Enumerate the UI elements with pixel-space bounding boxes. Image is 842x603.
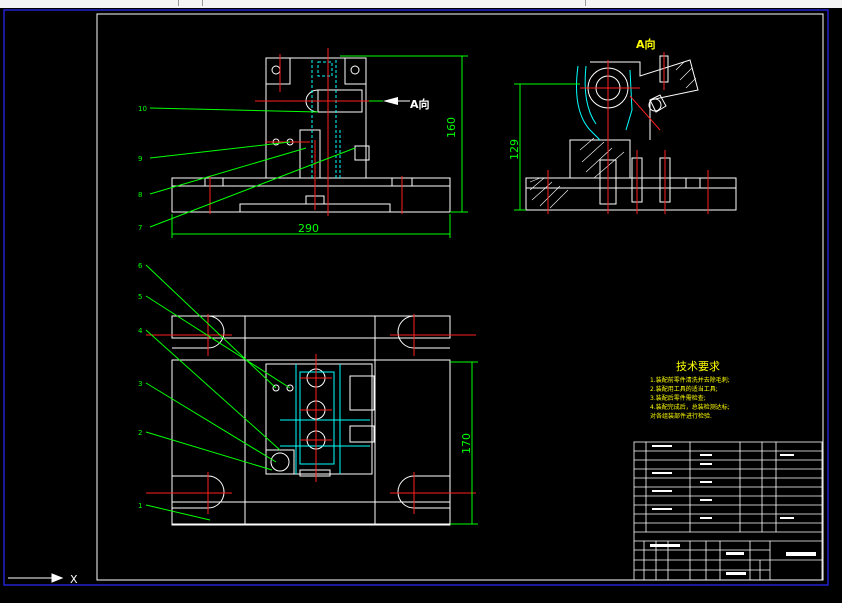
part-number: 3	[138, 380, 142, 388]
front-view	[171, 57, 451, 213]
side-view-title: A向	[636, 37, 656, 51]
side-view	[525, 55, 737, 211]
part-number: 4	[138, 327, 143, 335]
tech-requirement-line: 对各组装部件进行检验.	[650, 412, 712, 420]
arrow-direction-marker: A向	[383, 97, 430, 111]
tech-requirement-line: 1.装配前零件清洗并去除毛刺;	[650, 376, 730, 384]
toolbar-button[interactable]	[180, 0, 203, 6]
part-number: 1	[138, 502, 142, 510]
outer-frame	[3, 9, 829, 586]
front-view-centerlines	[209, 48, 403, 216]
ucs-x-label: X	[70, 573, 78, 586]
part-number: 7	[138, 224, 142, 232]
tech-requirement-line: 2.装配用工具的适当工具;	[650, 385, 718, 393]
tech-requirement-line: 4.装配完成后，总装检测达标;	[650, 403, 730, 411]
side-height-dim: 129	[508, 139, 521, 160]
front-width-dim: 290	[298, 222, 319, 235]
plan-leaders	[145, 264, 291, 521]
arrow-direction-label: A向	[410, 97, 430, 111]
toolbar-strip	[0, 0, 842, 8]
toolbar-button[interactable]	[545, 0, 586, 6]
plan-view-centerlines	[146, 314, 476, 514]
ucs-icon	[8, 573, 64, 583]
front-leaders	[149, 107, 356, 228]
tech-requirements-title: 技术要求	[676, 360, 720, 373]
inner-frame	[96, 13, 824, 581]
part-number: 10	[138, 105, 147, 113]
part-number: 6	[138, 262, 143, 270]
tech-requirement-line: 3.装配后零件需检查;	[650, 394, 706, 402]
drawing-canvas[interactable]: 160 290 A向 10 9 8 7 A向 129 170 6 5 4 3 2…	[0, 8, 842, 599]
front-height-dim: 160	[445, 117, 458, 138]
parts-list-text-marks	[650, 445, 816, 575]
part-number: 8	[138, 191, 142, 199]
parts-list-table	[633, 441, 823, 581]
part-number: 9	[138, 155, 142, 163]
part-number: 2	[138, 429, 142, 437]
toolbar-button[interactable]	[150, 0, 179, 6]
front-view-hidden	[311, 60, 341, 178]
plan-height-dim: 170	[460, 433, 473, 454]
part-number: 5	[138, 293, 142, 301]
